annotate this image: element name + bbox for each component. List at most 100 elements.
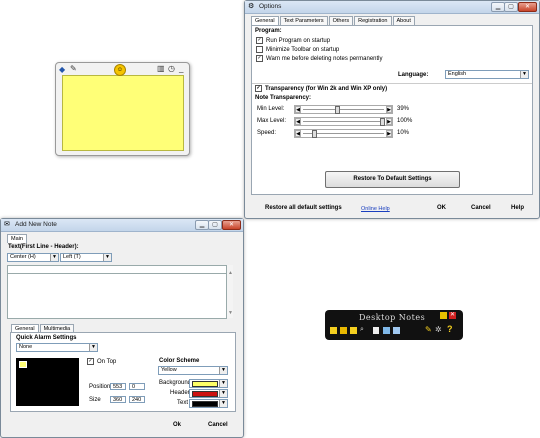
sticky-note-body[interactable] [62, 75, 184, 151]
scroll-up-icon[interactable]: ▲ [228, 271, 233, 276]
speed-slider[interactable]: ◀ ▶ [294, 129, 393, 138]
minimize-button[interactable]: ▁ [491, 2, 505, 12]
transparency-check[interactable]: ✓ Transparency (for Win 2k and Win XP onl… [255, 85, 387, 92]
text-color-picker[interactable]: ▼ [189, 399, 228, 408]
minimize-icon[interactable]: _ [179, 64, 183, 73]
arrow-left-icon[interactable]: ◀ [295, 130, 301, 137]
trash-icon[interactable]: ▥ [157, 64, 165, 73]
align-horizontal-select[interactable]: Left (T) ▼ [60, 253, 112, 262]
toolbar-close-icon[interactable]: ✕ [449, 312, 456, 319]
color-scheme-value: Yellow [161, 367, 177, 373]
arrow-left-icon[interactable]: ◀ [295, 106, 301, 113]
transparency-label: Transparency (for Win 2k and Win XP only… [265, 86, 388, 93]
clock-icon[interactable]: ◷ [168, 64, 175, 73]
checkbox-icon[interactable]: ✓ [256, 55, 263, 62]
desktop-notes-toolbar[interactable]: Desktop Notes ✕ ⌕ ✎ ✲ ? [325, 310, 463, 340]
restore-default-button[interactable]: Restore To Default Settings [325, 171, 460, 188]
tab-others[interactable]: Others [328, 16, 354, 25]
notes-list-icon[interactable] [340, 327, 347, 334]
help-button[interactable]: Help [511, 205, 524, 211]
note-text-area[interactable] [7, 273, 227, 319]
smiley-icon[interactable]: ☺ [114, 64, 126, 76]
cancel-button[interactable]: Cancel [471, 205, 491, 211]
chevron-down-icon[interactable]: ▼ [520, 71, 528, 78]
slider-thumb[interactable] [312, 130, 317, 138]
scroll-down-icon[interactable]: ▼ [228, 311, 233, 316]
background-color-picker[interactable]: ▼ [189, 379, 228, 388]
arrow-right-icon[interactable]: ▶ [386, 130, 392, 137]
chevron-down-icon[interactable]: ▼ [219, 380, 227, 387]
close-button[interactable]: ✕ [518, 2, 537, 12]
position-x-field[interactable]: 553 [110, 383, 126, 390]
pencil-icon[interactable]: ✎ [70, 64, 77, 73]
arrow-right-icon[interactable]: ▶ [386, 118, 392, 125]
min-level-slider[interactable]: ◀ ▶ [294, 105, 393, 114]
position-y-field[interactable]: 0 [129, 383, 145, 390]
online-help-link[interactable]: Online Help [361, 206, 390, 212]
tab-general[interactable]: General [251, 16, 279, 25]
header-color-picker[interactable]: ▼ [189, 389, 228, 398]
pencil-icon[interactable]: ✎ [425, 325, 432, 334]
new-note-icon[interactable] [330, 327, 337, 334]
add-note-titlebar[interactable]: ✉ Add New Note ▁ ▢ ✕ [1, 219, 243, 232]
color-scheme-select[interactable]: Yellow ▼ [158, 366, 228, 375]
size-h-field[interactable]: 240 [129, 396, 145, 403]
note-color-preview [16, 358, 79, 406]
chevron-down-icon[interactable]: ▼ [50, 254, 58, 261]
checkbox-icon[interactable]: ✓ [255, 85, 262, 92]
text-header-label: Text(First Line - Header): [8, 244, 79, 250]
sticky-note[interactable]: ◆ ✎ ☺ ▥ ◷ _ [55, 62, 190, 156]
max-level-slider[interactable]: ◀ ▶ [294, 117, 393, 126]
note-app-icon: ✉ [4, 221, 10, 228]
help-icon[interactable]: ? [447, 324, 453, 334]
show-all-icon[interactable] [350, 327, 357, 334]
search-icon[interactable]: ⌕ [360, 326, 364, 334]
chevron-down-icon[interactable]: ▼ [89, 344, 97, 351]
cancel-button[interactable]: Cancel [208, 422, 228, 428]
restore-default-label: Restore To Default Settings [353, 176, 432, 182]
on-top-check[interactable]: ✓ On Top [87, 358, 116, 365]
toolbar-minimize-icon[interactable] [440, 312, 447, 319]
minimize-button[interactable]: ▁ [195, 220, 209, 230]
checkbox-icon[interactable]: ✓ [256, 37, 263, 44]
chevron-down-icon[interactable]: ▼ [219, 400, 227, 407]
settings-icon[interactable]: ✲ [435, 325, 442, 334]
slider-thumb[interactable] [380, 118, 385, 126]
tab-about[interactable]: About [392, 16, 415, 25]
tab-text-parameters[interactable]: Text Parameters [279, 16, 328, 25]
text-scrollbar[interactable]: ▲ ▼ [227, 265, 233, 318]
arrow-right-icon[interactable]: ▶ [386, 106, 392, 113]
slider-thumb[interactable] [335, 106, 340, 114]
document-icon[interactable] [373, 327, 379, 334]
align-vertical-select[interactable]: Center (H) ▼ [7, 253, 59, 262]
options-titlebar[interactable]: ⚙ Options ▁ ▢ ✕ [245, 1, 539, 14]
ok-button[interactable]: OK [437, 205, 446, 211]
ok-button[interactable]: Ok [173, 422, 181, 428]
archive-icon[interactable] [393, 327, 400, 334]
check-run-on-startup[interactable]: ✓ Run Program on startup [256, 37, 330, 44]
folder-icon[interactable] [383, 327, 390, 334]
note-icon[interactable]: ◆ [59, 65, 65, 74]
options-window: ⚙ Options ▁ ▢ ✕ General Text Parameters … [244, 0, 540, 219]
arrow-left-icon[interactable]: ◀ [295, 118, 301, 125]
close-button[interactable]: ✕ [222, 220, 241, 230]
maximize-button[interactable]: ▢ [504, 2, 518, 12]
language-select[interactable]: English ▼ [445, 70, 529, 79]
color-swatch [192, 401, 218, 407]
speed-value: 10% [397, 130, 410, 136]
chevron-down-icon[interactable]: ▼ [219, 367, 227, 374]
checkbox-icon[interactable] [256, 46, 263, 53]
alarm-select[interactable]: None ▼ [16, 343, 98, 352]
tab-main[interactable]: Main [7, 234, 27, 243]
maximize-button[interactable]: ▢ [208, 220, 222, 230]
size-w-field[interactable]: 360 [110, 396, 126, 403]
mini-note-icon [19, 361, 27, 368]
check-minimize-toolbar[interactable]: Minimize Toolbar on startup [256, 46, 339, 53]
check-warn-delete[interactable]: ✓ Warn me before deleting notes permanent… [256, 55, 383, 62]
restore-all-link[interactable]: Restore all default settings [265, 205, 342, 211]
tab-registration[interactable]: Registration [354, 16, 392, 25]
chevron-down-icon[interactable]: ▼ [103, 254, 111, 261]
checkbox-icon[interactable]: ✓ [87, 358, 94, 365]
chevron-down-icon[interactable]: ▼ [219, 390, 227, 397]
check-label: Warn me before deleting notes permanentl… [266, 56, 383, 63]
